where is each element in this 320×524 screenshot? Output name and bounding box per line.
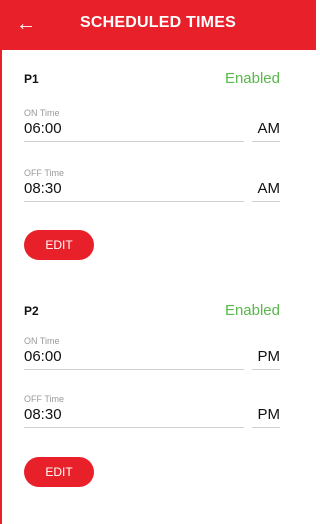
program-name: P1 xyxy=(24,72,39,86)
off-time-value[interactable]: 08:30 xyxy=(24,406,244,428)
off-time-field[interactable]: OFF Time 08:30 AM xyxy=(24,168,280,208)
status-label: Enabled xyxy=(224,70,280,87)
program-name: P2 xyxy=(24,304,39,318)
off-ampm-value[interactable]: AM xyxy=(252,180,280,202)
off-time-field[interactable]: OFF Time 08:30 PM xyxy=(24,394,280,434)
edit-button[interactable]: EDIT xyxy=(24,457,94,487)
on-ampm-value[interactable]: PM xyxy=(252,348,280,370)
on-ampm-value[interactable]: AM xyxy=(252,120,280,142)
on-time-label: ON Time xyxy=(24,336,60,346)
on-time-field[interactable]: ON Time 06:00 AM xyxy=(24,108,280,148)
off-time-value[interactable]: 08:30 xyxy=(24,180,244,202)
off-time-label: OFF Time xyxy=(24,168,64,178)
left-edge-bar xyxy=(0,0,2,524)
on-time-value[interactable]: 06:00 xyxy=(24,348,244,370)
app-header: ← SCHEDULED TIMES xyxy=(0,0,316,50)
on-time-field[interactable]: ON Time 06:00 PM xyxy=(24,336,280,376)
page-title: SCHEDULED TIMES xyxy=(80,14,236,31)
on-time-label: ON Time xyxy=(24,108,60,118)
off-ampm-value[interactable]: PM xyxy=(252,406,280,428)
edit-button[interactable]: EDIT xyxy=(24,230,94,260)
on-time-value[interactable]: 06:00 xyxy=(24,120,244,142)
off-time-label: OFF Time xyxy=(24,394,64,404)
status-label: Enabled xyxy=(224,302,280,319)
